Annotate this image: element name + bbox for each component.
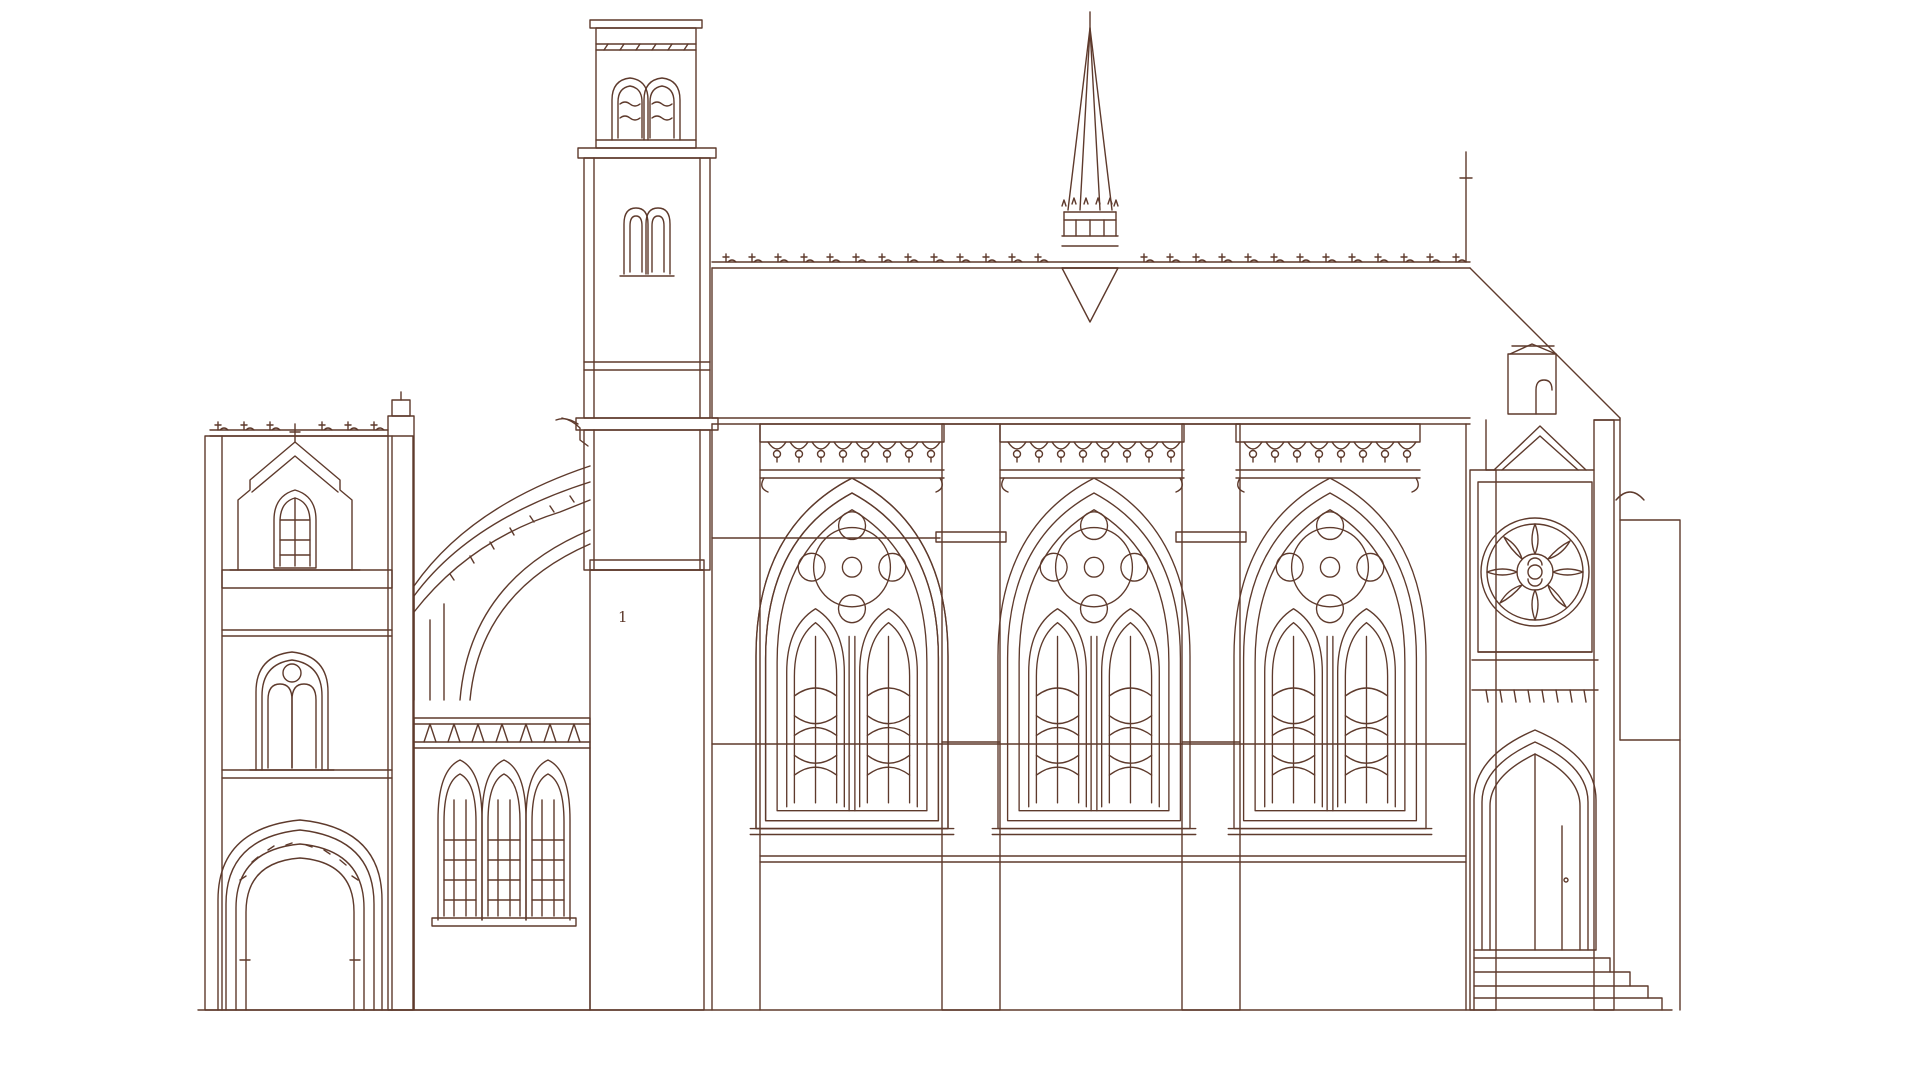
church-elevation-drawing: 1 (197, 11, 1681, 1011)
nave-wall (711, 423, 1467, 1011)
entrance-steps (1473, 949, 1663, 1011)
nave-window (749, 477, 1433, 836)
rose-window (1471, 481, 1599, 703)
tower-marker-label: 1 (618, 608, 628, 626)
flying-buttress (413, 417, 591, 701)
drawing-canvas: 1 (0, 0, 1920, 1080)
entrance-door (1473, 729, 1597, 951)
spire (1061, 11, 1119, 323)
aisle-wall (413, 717, 591, 1011)
aisle-window (431, 759, 577, 927)
bell-tower: 1 (575, 19, 719, 1011)
drawing-strokes: 1 (197, 11, 1681, 1011)
porch-building (204, 391, 415, 1011)
nave-roof (711, 151, 1621, 425)
entrance-bay (1469, 343, 1681, 1011)
